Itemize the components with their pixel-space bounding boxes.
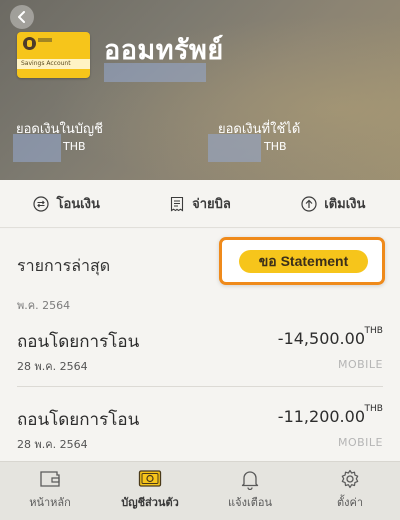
- account-card-icon: [138, 470, 162, 487]
- available-balance-mask: [208, 134, 261, 162]
- balance-currency: THB: [63, 140, 86, 153]
- available-balance-currency: THB: [264, 140, 287, 153]
- nav-my-account-label: บัญชีส่วนตัว: [121, 496, 179, 509]
- divider: [17, 386, 383, 387]
- bank-logo: [23, 37, 36, 50]
- card-brand-mark: [38, 38, 52, 42]
- topup-button[interactable]: เติมเงิน: [267, 180, 400, 227]
- gear-icon: [341, 469, 359, 489]
- transaction-amount: -11,200.00: [277, 407, 365, 426]
- transaction-channel: MOBILE: [337, 436, 383, 449]
- month-header: พ.ค. 2564: [17, 299, 71, 312]
- nav-my-account[interactable]: บัญชีส่วนตัว: [100, 462, 200, 520]
- nav-home-label: หน้าหลัก: [29, 496, 71, 509]
- recent-transactions: รายการล่าสุด ขอ Statement พ.ค. 2564 ถอนโ…: [0, 229, 400, 461]
- transaction-amount: -14,500.00: [277, 329, 365, 348]
- account-header: Savings Account ออมทรัพย์ ยอดเงินในบัญชี…: [0, 0, 400, 180]
- topup-label: เติมเงิน: [324, 197, 366, 212]
- pay-bill-label: จ่ายบิล: [192, 197, 231, 212]
- wallet-icon: [40, 471, 60, 487]
- transaction-row[interactable]: ถอนโดยการโอน 28 พ.ค. 2564 -14,500.00 THB…: [0, 321, 400, 393]
- nav-notifications[interactable]: แจ้งเตือน: [200, 462, 300, 520]
- recent-transactions-title: รายการล่าสุด: [17, 256, 111, 275]
- card-name: Savings Account: [21, 60, 71, 67]
- nav-settings[interactable]: ตั้งค่า: [300, 462, 400, 520]
- bill-icon: [171, 196, 184, 211]
- balance-mask: [13, 134, 61, 162]
- bottom-nav: หน้าหลัก บัญชีส่วนตัว แจ้งเตือน ตั้งค่า: [0, 461, 400, 520]
- account-card-image: Savings Account: [17, 32, 90, 78]
- bell-icon: [241, 471, 259, 490]
- topup-icon: [301, 195, 317, 212]
- transfer-label: โอนเงิน: [56, 197, 100, 212]
- pay-bill-button[interactable]: จ่ายบิล: [133, 180, 266, 227]
- nav-notifications-label: แจ้งเตือน: [228, 496, 272, 509]
- transaction-currency: THB: [364, 404, 383, 414]
- nav-settings-label: ตั้งค่า: [336, 496, 364, 509]
- transaction-date: 28 พ.ค. 2564: [17, 360, 88, 373]
- request-statement-button[interactable]: ขอ Statement: [239, 250, 368, 273]
- transaction-date: 28 พ.ค. 2564: [17, 438, 88, 451]
- transaction-name: ถอนโดยการโอน: [17, 332, 140, 352]
- account-number-mask: [104, 63, 206, 82]
- quick-actions: โอนเงิน จ่ายบิล เติมเงิน: [0, 180, 400, 228]
- transfer-icon: [33, 195, 50, 212]
- transaction-currency: THB: [364, 326, 383, 336]
- transfer-button[interactable]: โอนเงิน: [0, 180, 133, 227]
- transaction-channel: MOBILE: [337, 358, 383, 371]
- transaction-name: ถอนโดยการโอน: [17, 410, 140, 430]
- back-button[interactable]: [10, 5, 34, 29]
- account-screen: Savings Account ออมทรัพย์ ยอดเงินในบัญชี…: [0, 0, 400, 520]
- nav-home[interactable]: หน้าหลัก: [0, 462, 100, 520]
- statement-button-highlight: ขอ Statement: [219, 237, 385, 285]
- chevron-left-icon: [18, 11, 25, 23]
